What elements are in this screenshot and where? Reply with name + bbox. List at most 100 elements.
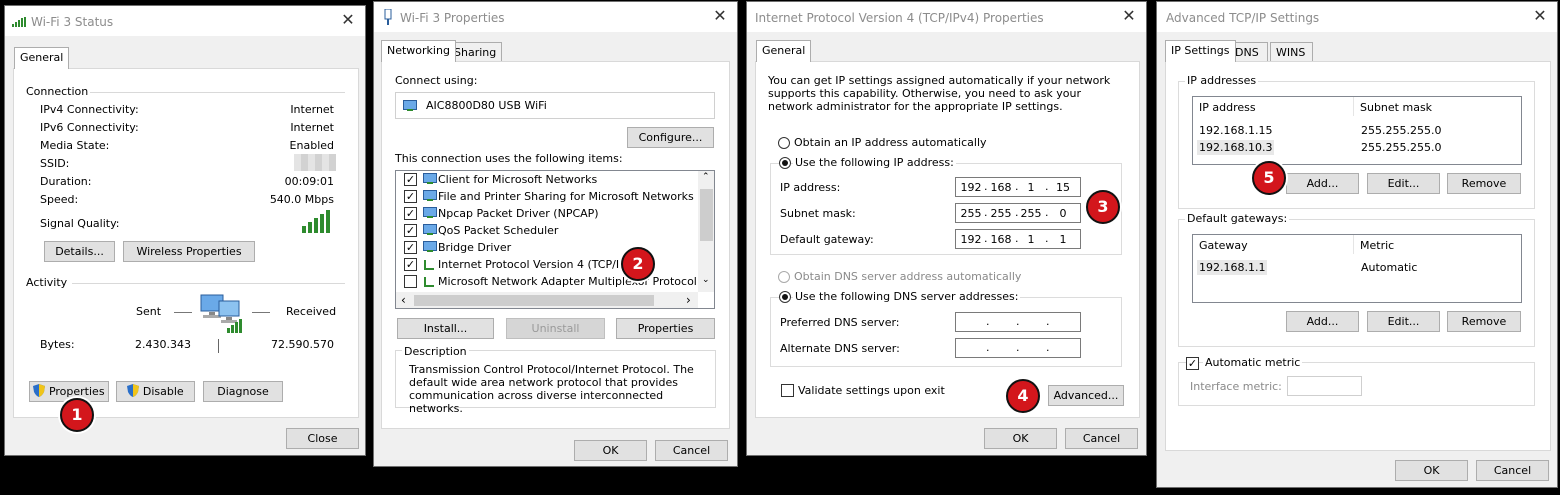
media-state-label: Media State:	[40, 139, 110, 152]
network-service-icon	[422, 224, 438, 236]
tab-wins[interactable]: WINS	[1270, 42, 1313, 62]
use-dns-label[interactable]: Use the following DNS server addresses:	[793, 290, 1021, 303]
use-dns-radio[interactable]	[779, 291, 791, 303]
cancel-button[interactable]: Cancel	[655, 440, 728, 461]
remove-ip-button[interactable]: Remove	[1447, 173, 1521, 194]
item-checkbox[interactable]	[404, 275, 417, 288]
edit-ip-button[interactable]: Edit...	[1367, 173, 1440, 194]
add-ip-button[interactable]: Add...	[1286, 173, 1359, 194]
table-row[interactable]: 192.168.1.1 Automatic	[1195, 260, 1521, 276]
ok-button[interactable]: OK	[1395, 460, 1468, 481]
list-item[interactable]: ✓ QoS Packet Scheduler	[396, 222, 696, 239]
close-icon[interactable]: ✕	[1532, 7, 1548, 25]
list-item[interactable]: ✓ Npcap Packet Driver (NPCAP)	[396, 205, 696, 222]
close-button[interactable]: Close	[286, 428, 359, 449]
scroll-right-icon[interactable]: ›	[686, 293, 691, 307]
vertical-scrollbar[interactable]: ⌃ ⌄	[698, 171, 714, 292]
validate-checkbox[interactable]	[781, 384, 794, 397]
close-icon[interactable]: ✕	[340, 11, 356, 29]
item-checkbox[interactable]: ✓	[404, 190, 417, 203]
ipv4-value: Internet	[290, 103, 334, 116]
octet-1: 192	[960, 181, 982, 194]
bytes-divider	[218, 339, 219, 353]
bytes-sent-value: 2.430.343	[135, 338, 191, 351]
ok-button[interactable]: OK	[984, 428, 1057, 449]
horizontal-scrollbar[interactable]: ‹ ›	[396, 292, 698, 308]
item-label: Bridge Driver	[438, 241, 512, 254]
networking-panel: Connect using: AIC8800D80 USB WiFi Confi…	[381, 61, 730, 429]
item-properties-button[interactable]: Properties	[616, 318, 715, 339]
advanced-button[interactable]: Advanced...	[1048, 385, 1124, 406]
item-checkbox[interactable]: ✓	[404, 241, 417, 254]
item-checkbox[interactable]: ✓	[404, 258, 417, 271]
automatic-metric-checkbox[interactable]: ✓	[1186, 357, 1199, 370]
diagnose-button[interactable]: Diagnose	[203, 381, 283, 402]
metric-column-header[interactable]: Metric	[1354, 235, 1522, 254]
default-gateway-field[interactable]: 192. 168. 1. 1	[955, 229, 1081, 249]
window-title: Wi-Fi 3 Status	[31, 15, 114, 29]
interface-metric-field[interactable]	[1287, 376, 1362, 396]
table-row[interactable]: 192.168.1.15 255.255.255.0	[1195, 123, 1521, 139]
remove-gateway-button[interactable]: Remove	[1447, 311, 1521, 332]
tab-ip-settings[interactable]: IP Settings	[1165, 40, 1236, 62]
scroll-thumb[interactable]	[700, 189, 713, 241]
close-icon[interactable]: ✕	[1121, 7, 1137, 25]
ip-address-field[interactable]: 192. 168. 1. 15	[955, 177, 1081, 197]
list-item[interactable]: ✓ File and Printer Sharing for Microsoft …	[396, 188, 696, 205]
scroll-up-icon[interactable]: ⌃	[702, 172, 710, 182]
disable-button[interactable]: Disable	[116, 381, 195, 402]
cancel-button[interactable]: Cancel	[1476, 460, 1549, 481]
table-row[interactable]: 192.168.10.3 255.255.255.0	[1195, 140, 1521, 156]
general-panel: You can get IP settings assigned automat…	[755, 61, 1140, 418]
scroll-thumb[interactable]	[414, 295, 654, 306]
install-button[interactable]: Install...	[397, 318, 494, 339]
octet-3: 255	[1020, 207, 1042, 220]
item-checkbox[interactable]: ✓	[404, 224, 417, 237]
connection-section-label: Connection	[26, 85, 89, 98]
item-checkbox[interactable]: ✓	[404, 207, 417, 220]
automatic-metric-label[interactable]: Automatic metric	[1203, 356, 1303, 369]
use-ip-label[interactable]: Use the following IP address:	[793, 156, 956, 169]
network-service-icon	[422, 190, 438, 202]
item-checkbox[interactable]: ✓	[404, 173, 417, 186]
gateway-column-header[interactable]: Gateway	[1193, 235, 1354, 254]
close-icon[interactable]: ✕	[712, 7, 728, 25]
obtain-ip-radio[interactable]	[778, 137, 790, 149]
subnet-mask-field[interactable]: 255. 255. 255. 0	[955, 203, 1081, 223]
ip-cell: 192.168.1.15	[1199, 124, 1273, 137]
add-gateway-button[interactable]: Add...	[1286, 311, 1359, 332]
wifi-status-window: Wi-Fi 3 Status ✕ General Connection IPv4…	[4, 5, 366, 456]
list-item[interactable]: ✓ Client for Microsoft Networks	[396, 171, 696, 188]
ok-button[interactable]: OK	[574, 440, 647, 461]
tab-networking[interactable]: Networking	[381, 40, 456, 62]
uninstall-button[interactable]: Uninstall	[506, 318, 605, 339]
configure-button[interactable]: Configure...	[627, 127, 714, 148]
mask-column-header[interactable]: Subnet mask	[1354, 97, 1522, 116]
scroll-down-icon[interactable]: ⌄	[702, 275, 710, 285]
title-bar: Wi-Fi 3 Status ✕	[5, 6, 365, 36]
details-button[interactable]: Details...	[44, 241, 115, 262]
wireless-properties-button[interactable]: Wireless Properties	[123, 241, 255, 262]
title-bar: Wi-Fi 3 Properties ✕	[374, 2, 737, 32]
alternate-dns-label: Alternate DNS server:	[780, 342, 900, 355]
obtain-ip-label[interactable]: Obtain an IP address automatically	[794, 136, 987, 149]
window-title: Wi-Fi 3 Properties	[400, 11, 505, 25]
obtain-dns-label[interactable]: Obtain DNS server address automatically	[794, 270, 1021, 283]
cancel-button[interactable]: Cancel	[1065, 428, 1138, 449]
tab-sharing[interactable]: Sharing	[448, 42, 503, 62]
alternate-dns-field[interactable]: ...	[955, 338, 1081, 358]
preferred-dns-field[interactable]: ...	[955, 312, 1081, 332]
scroll-left-icon[interactable]: ‹	[401, 293, 406, 307]
metric-cell: Automatic	[1361, 261, 1418, 274]
tab-general[interactable]: General	[14, 47, 70, 69]
adapter-name: AIC8800D80 USB WiFi	[426, 99, 547, 112]
obtain-dns-radio[interactable]	[778, 271, 790, 283]
validate-label[interactable]: Validate settings upon exit	[798, 384, 945, 397]
octet-4: 1	[1059, 233, 1067, 246]
use-ip-radio[interactable]	[779, 157, 791, 169]
list-item[interactable]: Microsoft Network Adapter Multiplexor Pr…	[396, 273, 697, 290]
item-label: Npcap Packet Driver (NPCAP)	[438, 207, 599, 220]
edit-gateway-button[interactable]: Edit...	[1367, 311, 1440, 332]
ip-column-header[interactable]: IP address	[1193, 97, 1354, 116]
tab-general[interactable]: General	[756, 40, 812, 62]
